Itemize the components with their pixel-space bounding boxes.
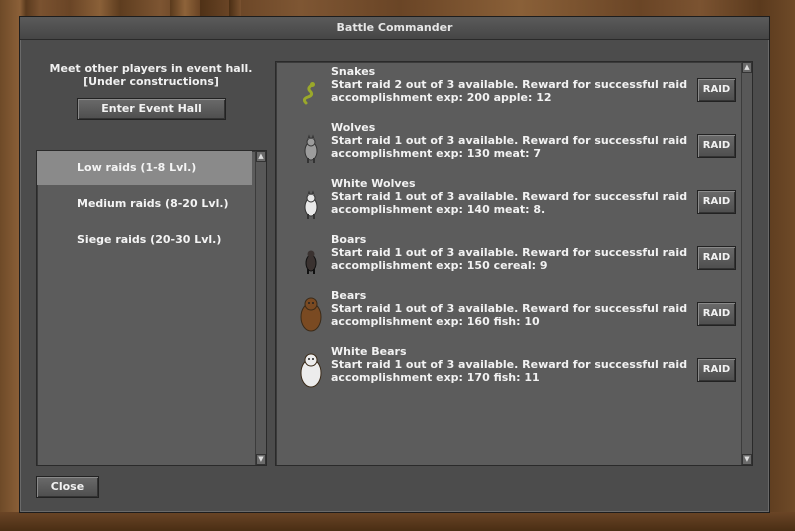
raid-button[interactable]: RAID — [697, 358, 736, 382]
scroll-up-icon[interactable]: ▲ — [742, 62, 752, 73]
raid-description: Start raid 1 out of 3 available. Reward … — [331, 246, 691, 272]
event-hall-info-line2: [Under constructions] — [83, 75, 219, 88]
raid-category-item[interactable]: Low raids (1-8 Lvl.) — [37, 151, 252, 185]
raid-entry: White Bears Start raid 1 out of 3 availab… — [276, 342, 736, 398]
raid-name: Bears — [331, 289, 367, 302]
raid-description-line1: Start raid 1 out of 3 available. Reward … — [331, 302, 688, 315]
raid-description-line1: Start raid 1 out of 3 available. Reward … — [331, 358, 688, 371]
wood-beam-bottom — [0, 512, 795, 531]
raid-name: White Wolves — [331, 177, 416, 190]
raid-description-line2: accomplishment exp: 170 fish: 11 — [331, 371, 540, 384]
raid-description-line2: accomplishment exp: 150 cereal: 9 — [331, 259, 548, 272]
category-scrollbar[interactable]: ▲ ▼ — [255, 151, 266, 465]
raid-name: Boars — [331, 233, 367, 246]
raid-description: Start raid 1 out of 3 available. Reward … — [331, 134, 691, 160]
event-hall-info-line1: Meet other players in event hall. — [49, 62, 253, 75]
raid-description: Start raid 1 out of 3 available. Reward … — [331, 302, 691, 328]
raid-list: Snakes Start raid 2 out of 3 available. R… — [275, 61, 753, 466]
raid-button[interactable]: RAID — [697, 302, 736, 326]
event-hall-info: Meet other players in event hall. [Under… — [39, 62, 263, 88]
raid-description-line2: accomplishment exp: 130 meat: 7 — [331, 147, 542, 160]
raid-entry: Boars Start raid 1 out of 3 available. Re… — [276, 230, 736, 286]
white-bear-icon — [298, 352, 324, 388]
scroll-down-icon[interactable]: ▼ — [256, 454, 266, 465]
raid-description-line2: accomplishment exp: 200 apple: 12 — [331, 91, 552, 104]
wolf-icon — [298, 133, 324, 165]
close-button[interactable]: Close — [36, 476, 99, 498]
boar-icon — [298, 245, 324, 277]
raid-category-list: Low raids (1-8 Lvl.) Medium raids (8-20 L… — [36, 150, 267, 466]
raid-description: Start raid 1 out of 3 available. Reward … — [331, 190, 691, 216]
raid-entry: Bears Start raid 1 out of 3 available. Re… — [276, 286, 736, 342]
raid-name: White Bears — [331, 345, 407, 358]
raid-button[interactable]: RAID — [697, 134, 736, 158]
raid-description-line1: Start raid 1 out of 3 available. Reward … — [331, 190, 688, 203]
window-title: Battle Commander — [20, 17, 769, 40]
raid-description-line1: Start raid 2 out of 3 available. Reward … — [331, 78, 688, 91]
raid-name: Wolves — [331, 121, 376, 134]
raid-description-line2: accomplishment exp: 140 meat: 8. — [331, 203, 546, 216]
raid-button[interactable]: RAID — [697, 78, 736, 102]
raid-description-line1: Start raid 1 out of 3 available. Reward … — [331, 246, 688, 259]
raid-entry: Wolves Start raid 1 out of 3 available. R… — [276, 118, 736, 174]
raid-category-item[interactable]: Medium raids (8-20 Lvl.) — [37, 187, 252, 221]
raid-scrollbar[interactable]: ▲ ▼ — [741, 62, 752, 465]
raid-button[interactable]: RAID — [697, 190, 736, 214]
raid-entry: Snakes Start raid 2 out of 3 available. R… — [276, 62, 736, 118]
snake-icon — [298, 77, 324, 109]
raid-description-line2: accomplishment exp: 160 fish: 10 — [331, 315, 540, 328]
white-wolf-icon — [298, 189, 324, 221]
raid-description-line1: Start raid 1 out of 3 available. Reward … — [331, 134, 688, 147]
raid-entry: White Wolves Start raid 1 out of 3 availa… — [276, 174, 736, 230]
raid-description: Start raid 2 out of 3 available. Reward … — [331, 78, 691, 104]
scroll-down-icon[interactable]: ▼ — [742, 454, 752, 465]
scroll-up-icon[interactable]: ▲ — [256, 151, 266, 162]
enter-event-hall-button[interactable]: Enter Event Hall — [77, 98, 226, 120]
raid-name: Snakes — [331, 65, 376, 78]
raid-category-item[interactable]: Siege raids (20-30 Lvl.) — [37, 223, 252, 257]
bear-icon — [298, 296, 324, 332]
raid-description: Start raid 1 out of 3 available. Reward … — [331, 358, 691, 384]
battle-commander-window: Battle Commander Meet other players in e… — [19, 16, 770, 513]
raid-button[interactable]: RAID — [697, 246, 736, 270]
